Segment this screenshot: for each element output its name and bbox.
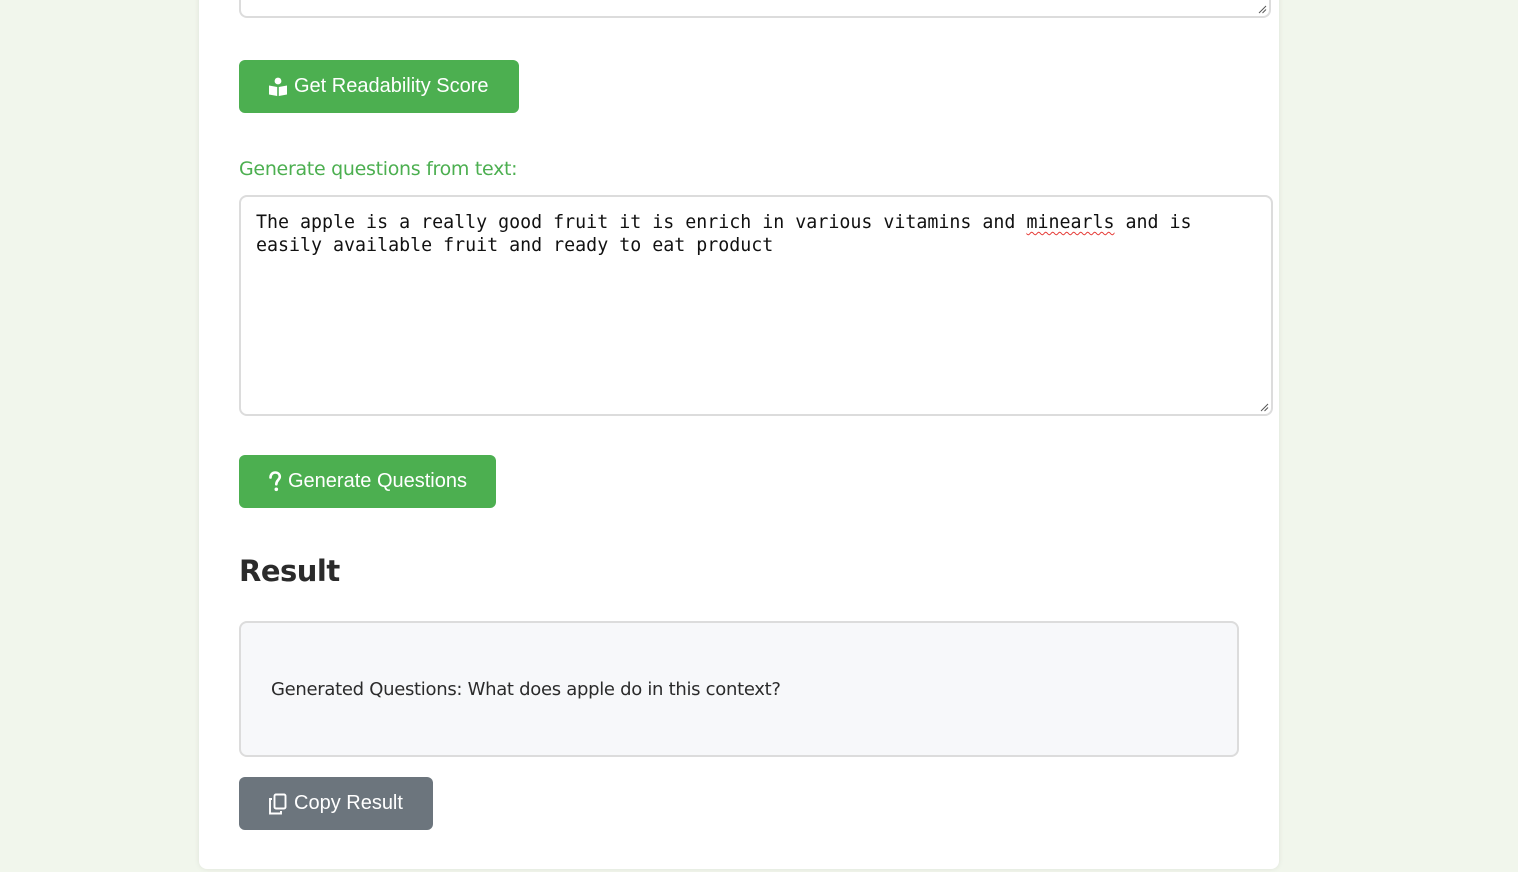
question-source-textarea[interactable]: The apple is a really good fruit it is e… [239, 195, 1273, 416]
copy-result-label: Copy Result [294, 792, 403, 814]
misspelled-word: minearls [1026, 212, 1115, 233]
resize-handle-icon[interactable] [1260, 403, 1269, 412]
resize-handle-icon[interactable] [1258, 5, 1267, 14]
copy-icon [268, 793, 288, 815]
result-text: Generated Questions: What does apple do … [271, 679, 781, 700]
book-reader-icon [268, 77, 288, 97]
copy-result-button[interactable]: Copy Result [239, 777, 433, 830]
generate-questions-label: Generate questions from text: [239, 158, 518, 180]
result-box: Generated Questions: What does apple do … [239, 621, 1239, 757]
main-card: Get Readability Score Generate questions… [199, 0, 1279, 869]
generate-questions-label-text: Generate Questions [288, 470, 467, 492]
readability-button-label: Get Readability Score [294, 75, 489, 97]
previous-text-input[interactable] [239, 0, 1271, 18]
question-mark-icon [268, 470, 282, 493]
textarea-text-part-1: The apple is a really good fruit it is e… [256, 212, 1027, 233]
generate-questions-button[interactable]: Generate Questions [239, 455, 496, 508]
result-heading: Result [239, 554, 340, 588]
get-readability-score-button[interactable]: Get Readability Score [239, 60, 519, 113]
